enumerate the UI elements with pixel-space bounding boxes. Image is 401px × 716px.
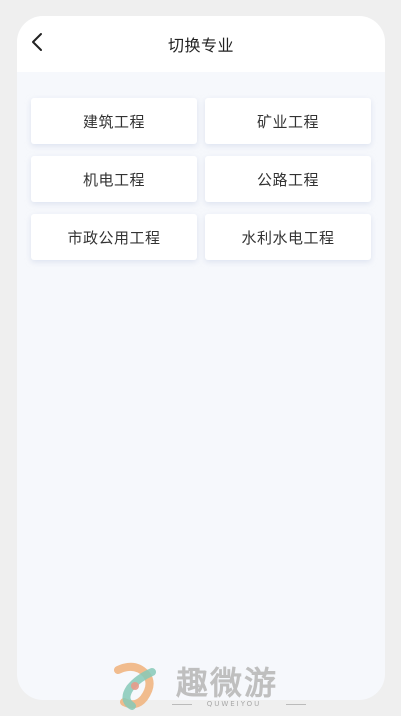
nav-bar: 切换专业 (17, 16, 385, 72)
watermark-subtext: QUWEIYOU (206, 700, 262, 708)
watermark-divider-right (286, 704, 306, 705)
major-option-hydropower[interactable]: 水利水电工程 (205, 214, 371, 260)
major-option-mining[interactable]: 矿业工程 (205, 98, 371, 144)
major-option-architecture[interactable]: 建筑工程 (31, 98, 197, 144)
app-screen: 切换专业 建筑工程 矿业工程 机电工程 公路工程 市政公用工程 水利水电工程 (17, 16, 385, 700)
major-option-electromechanical[interactable]: 机电工程 (31, 156, 197, 202)
watermark-divider-left (172, 704, 192, 705)
major-option-municipal[interactable]: 市政公用工程 (31, 214, 197, 260)
major-option-highway[interactable]: 公路工程 (205, 156, 371, 202)
page-title: 切换专业 (167, 36, 234, 55)
